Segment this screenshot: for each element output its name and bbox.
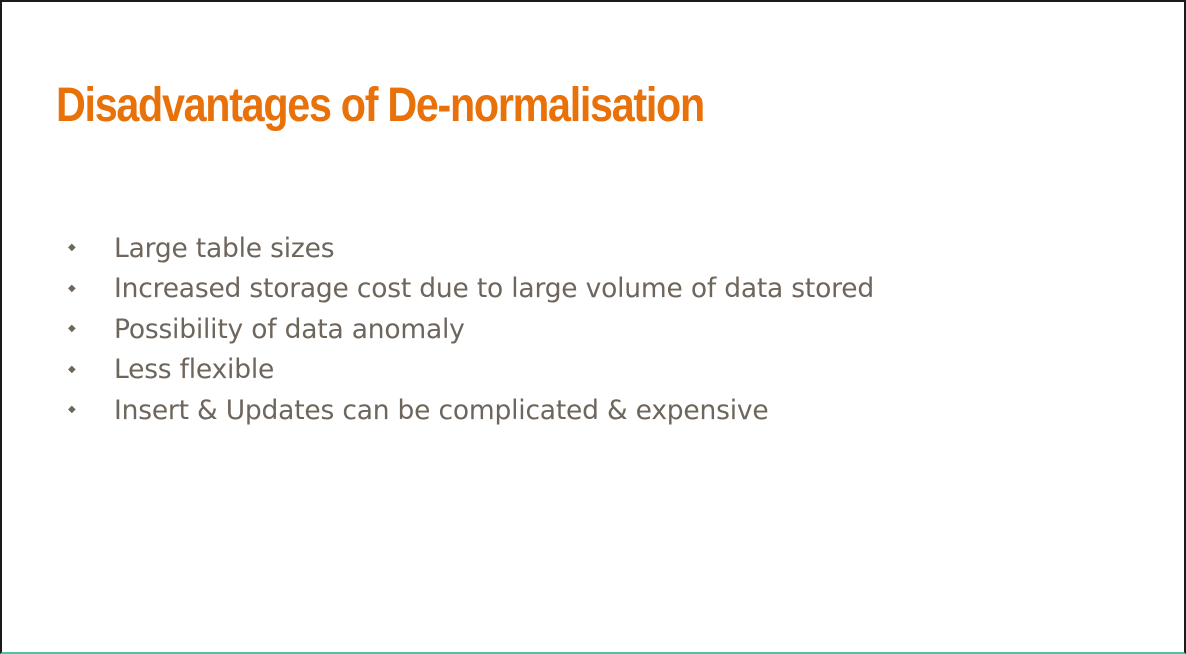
- bullet-text: Large table sizes: [114, 232, 335, 264]
- bullet-icon: ◆: [68, 242, 76, 254]
- bullet-list: ◆ Large table sizes ◆ Increased storage …: [68, 228, 874, 431]
- slide-title: Disadvantages of De-normalisation: [56, 79, 705, 132]
- bullet-text: Possibility of data anomaly: [114, 313, 465, 345]
- list-item: ◆ Insert & Updates can be complicated & …: [68, 390, 874, 431]
- bullet-icon: ◆: [68, 282, 76, 294]
- list-item: ◆ Possibility of data anomaly: [68, 309, 874, 350]
- bullet-text: Insert & Updates can be complicated & ex…: [114, 394, 769, 426]
- list-item: ◆ Increased storage cost due to large vo…: [68, 269, 874, 310]
- slide: Disadvantages of De-normalisation ◆ Larg…: [0, 0, 1186, 654]
- bullet-text: Increased storage cost due to large volu…: [114, 273, 874, 305]
- bullet-text: Less flexible: [114, 354, 275, 386]
- bullet-icon: ◆: [68, 404, 76, 416]
- list-item: ◆ Large table sizes: [68, 228, 874, 269]
- list-item: ◆ Less flexible: [68, 350, 874, 391]
- bullet-icon: ◆: [68, 323, 76, 335]
- bullet-icon: ◆: [68, 363, 76, 375]
